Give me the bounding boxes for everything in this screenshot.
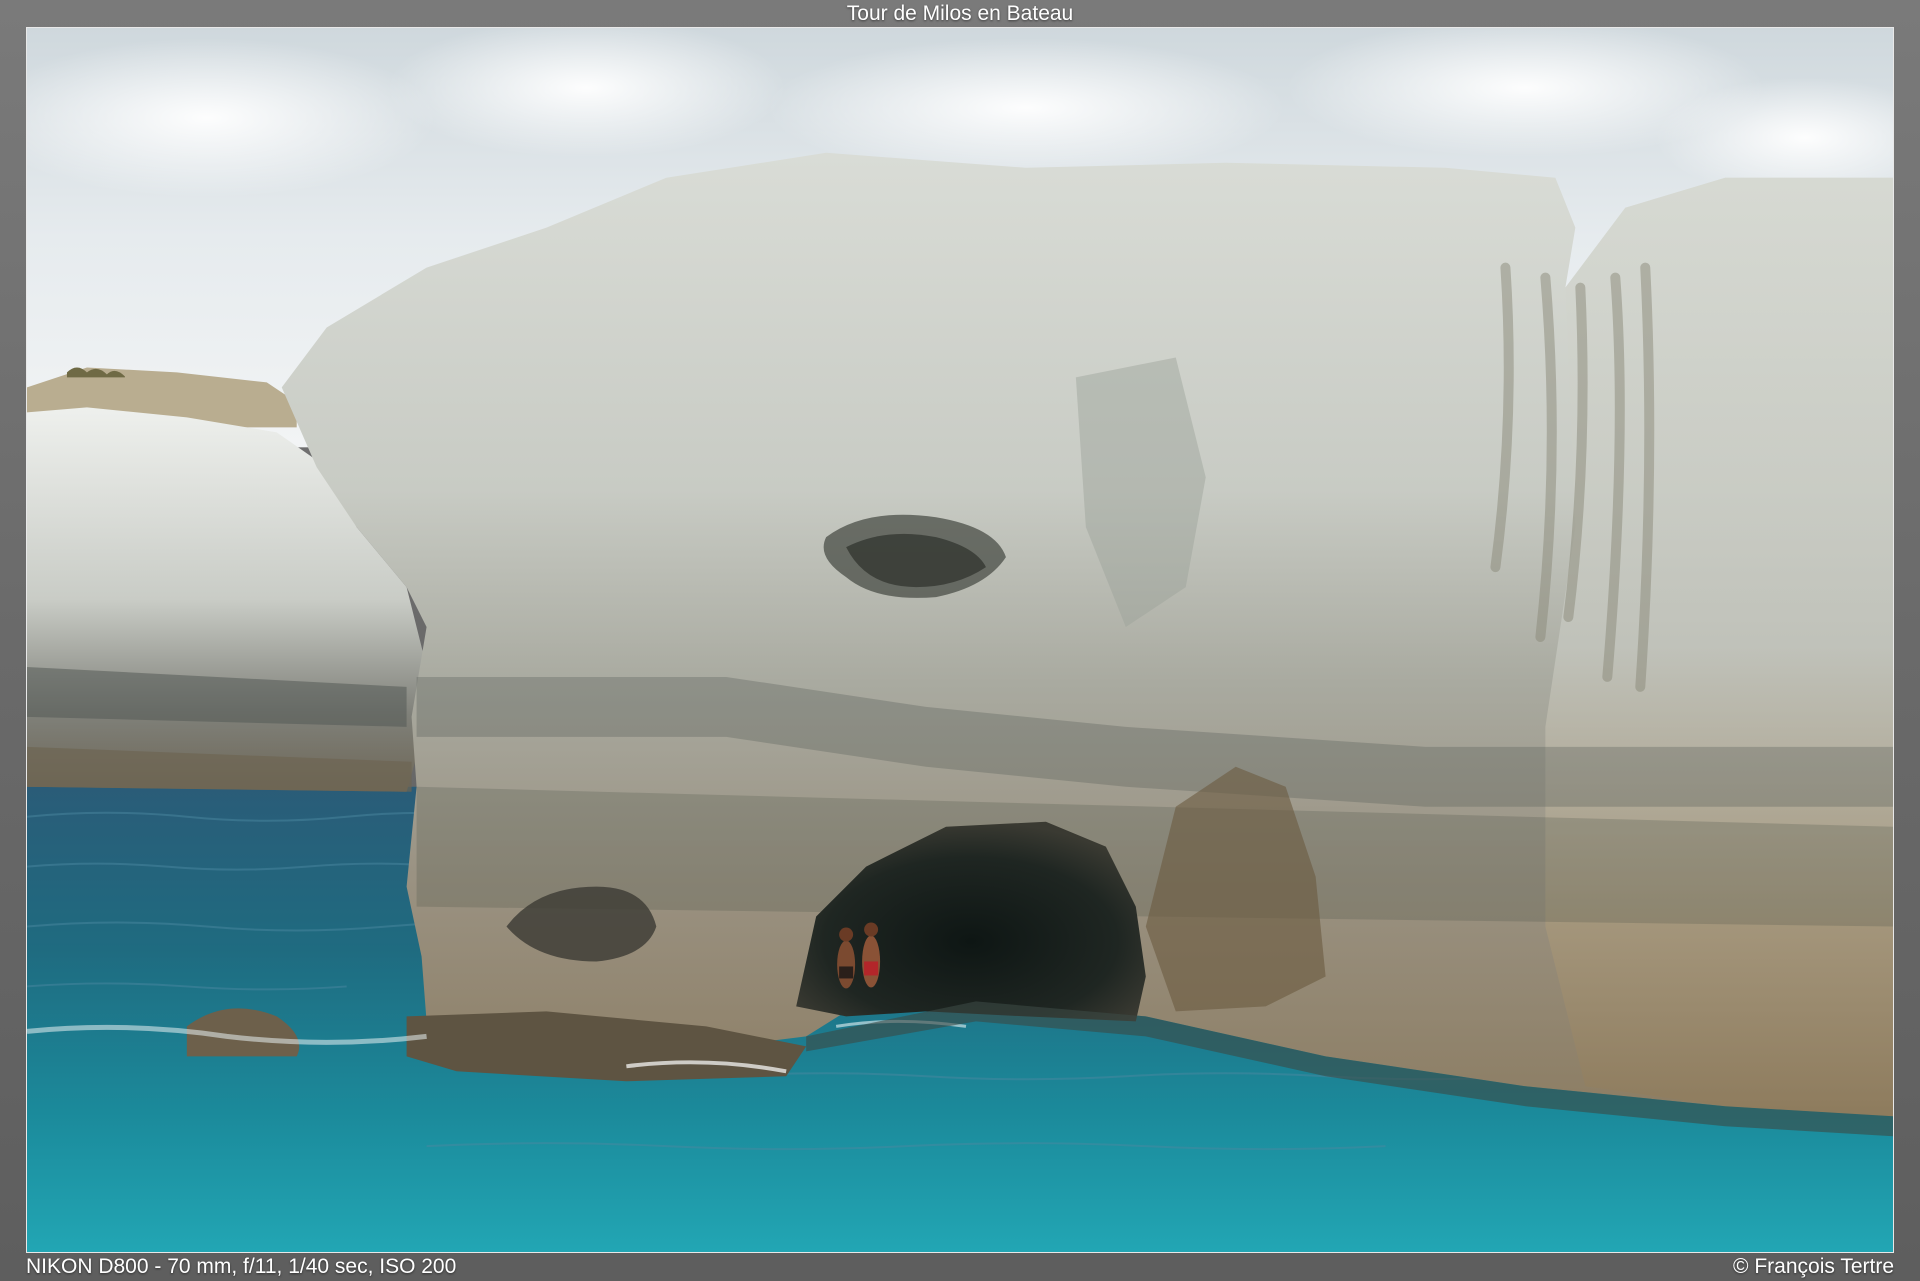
exif-info: NIKON D800 - 70 mm, f/11, 1/40 sec, ISO … (26, 1255, 457, 1278)
copyright-text: © François Tertre (1733, 1255, 1894, 1278)
photo-frame[interactable] (26, 27, 1894, 1253)
landscape-photo (27, 28, 1893, 1252)
photo-title: Tour de Milos en Bateau (846, 2, 1074, 25)
photo-viewer: Tour de Milos en Bateau NIKON D800 - 70 … (0, 0, 1920, 1281)
